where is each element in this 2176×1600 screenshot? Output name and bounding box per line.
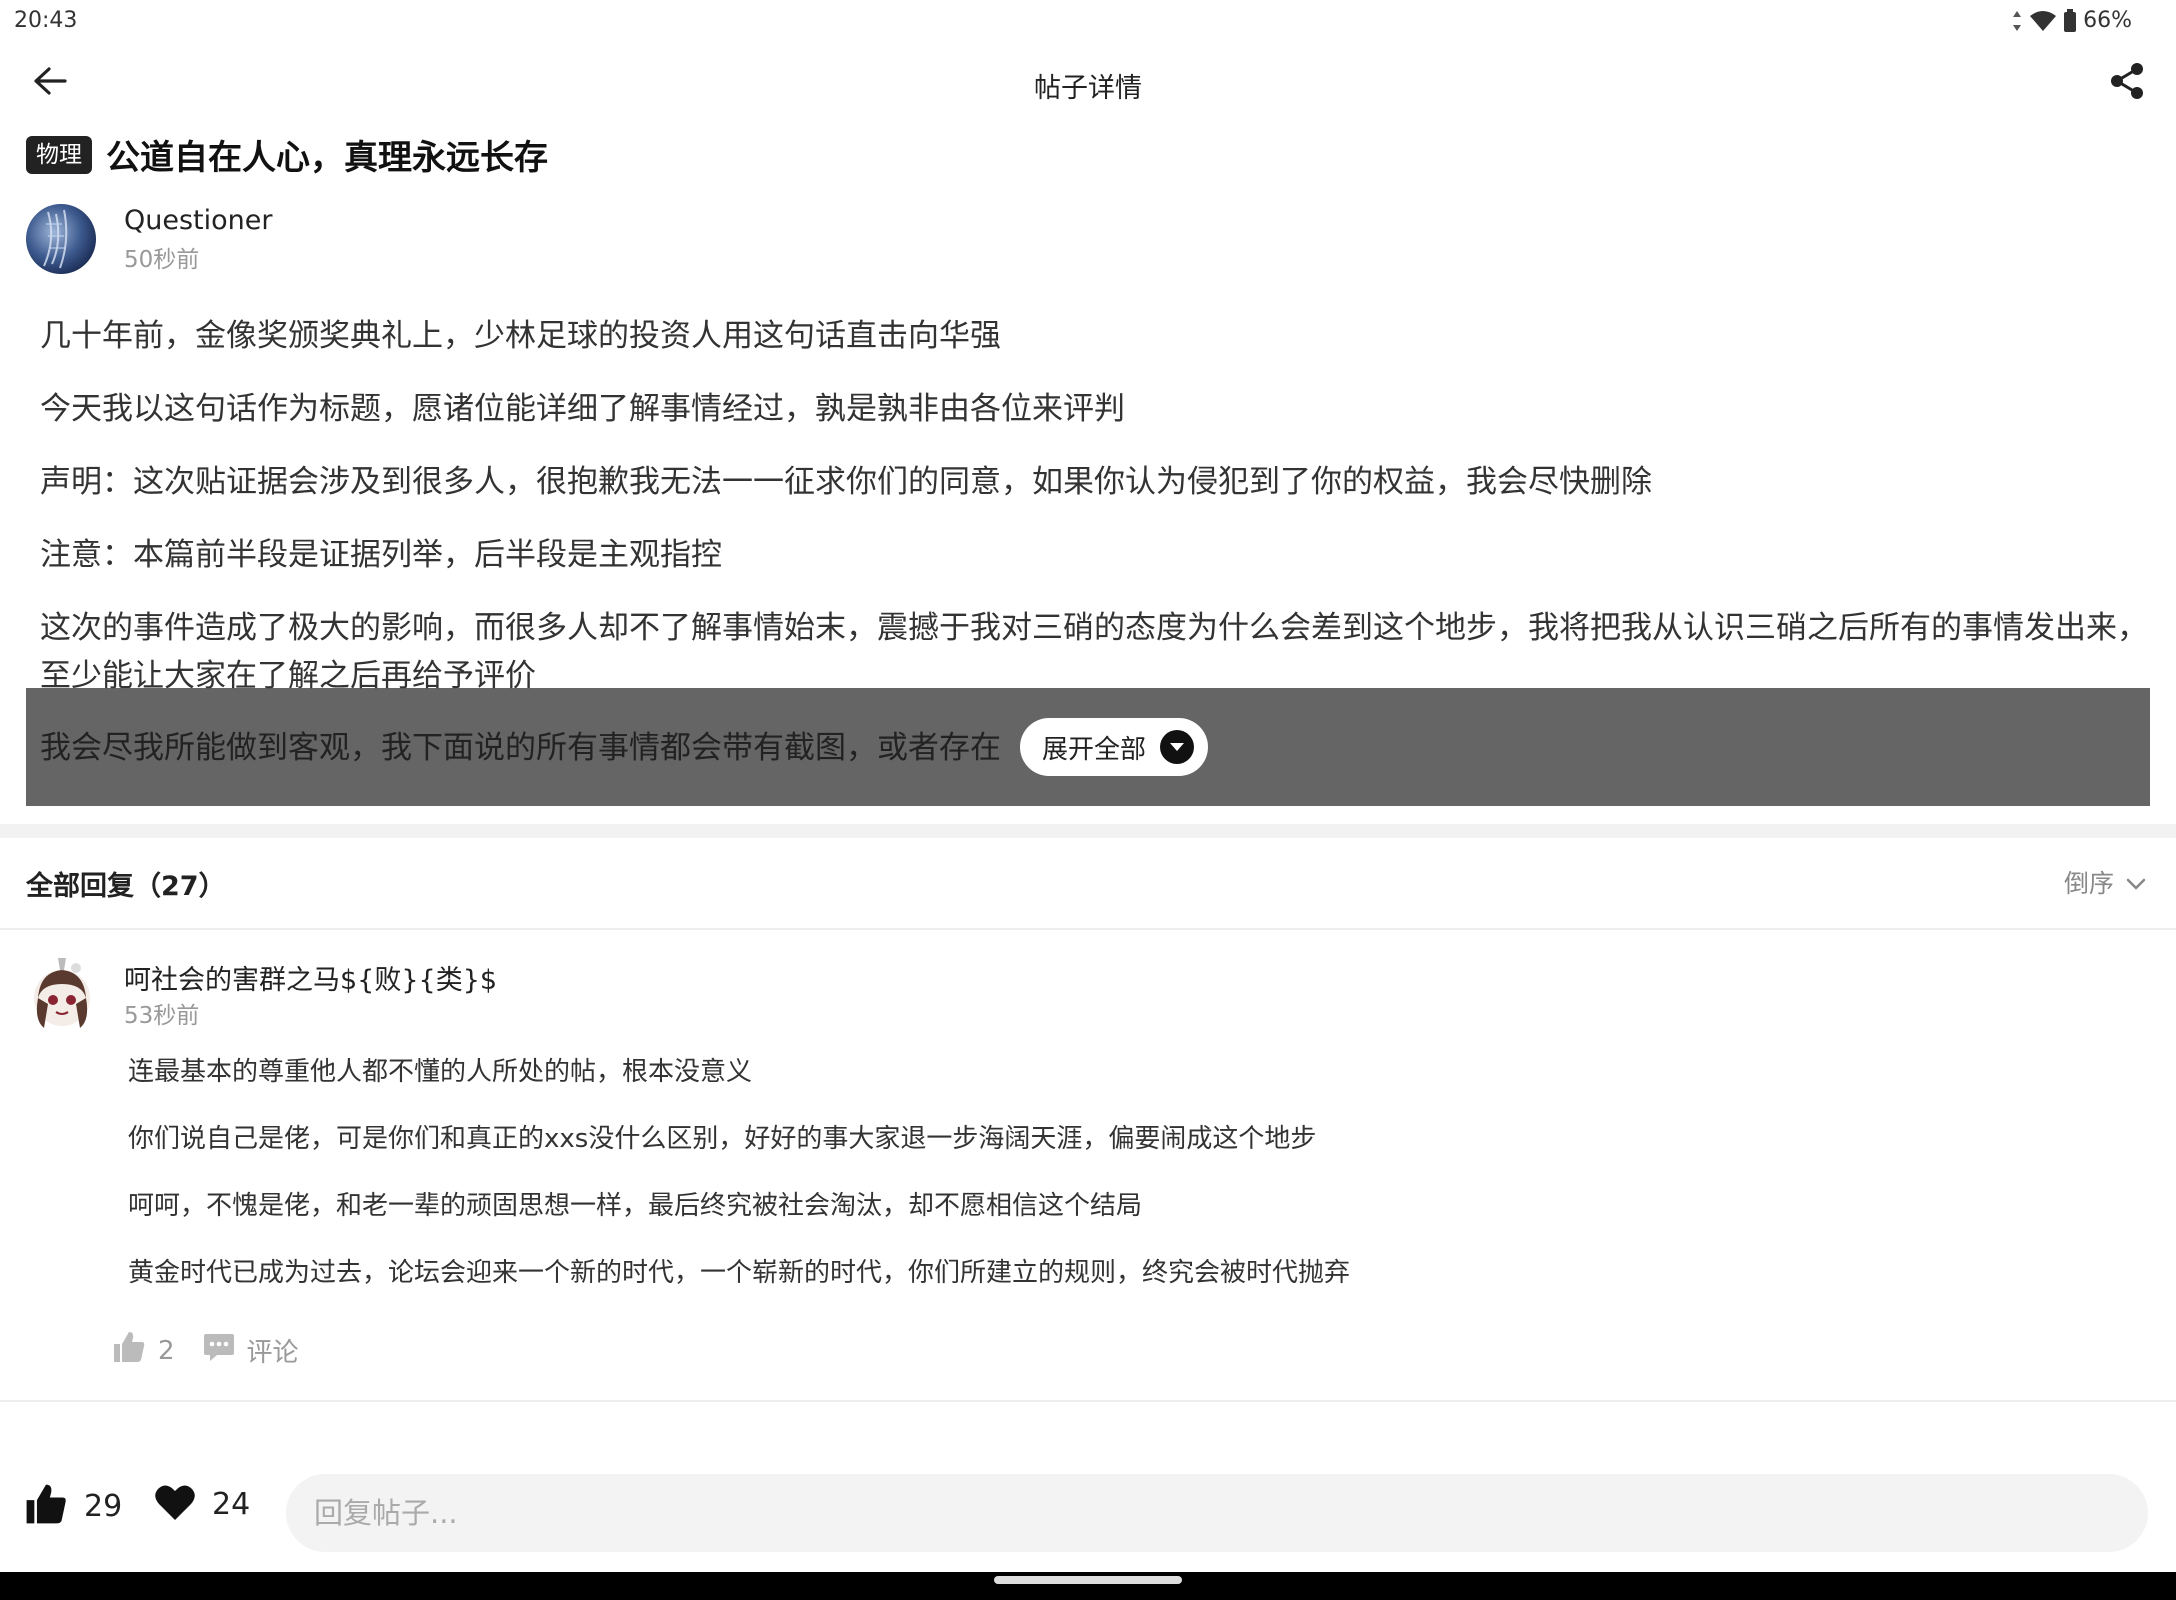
post-like-count: 29 <box>84 1488 123 1524</box>
reply-author-name[interactable]: 呵社会的害群之马${败}{类}$ <box>124 958 497 997</box>
category-badge[interactable]: 物理 <box>26 135 92 174</box>
post-paragraph: 今天我以这句话作为标题，愿诸位能详细了解事情经过，孰是孰非由各位来评判 <box>40 391 1125 427</box>
reply-line: 你们说自己是佬，可是你们和真正的xxs没什么区别，好好的事大家退一步海阔天涯，偏… <box>128 1124 1317 1154</box>
app-bar: 帖子详情 <box>0 44 2176 120</box>
section-divider <box>0 824 2176 838</box>
bottom-action-bar: 29 24 <box>0 1460 2176 1570</box>
truncated-paragraph: 我会尽我所能做到客观，我下面说的所有事情都会带有截图，或者存在 <box>40 730 1001 766</box>
comment-bubble-icon <box>203 1331 235 1370</box>
reply-line: 连最基本的尊重他人都不懂的人所处的帖，根本没意义 <box>128 1057 753 1087</box>
status-time: 20:43 <box>14 8 78 33</box>
chevron-down-icon <box>1160 730 1195 764</box>
avatar[interactable] <box>26 204 96 274</box>
battery-percent: 66% <box>2083 8 2132 33</box>
reply-comment-label: 评论 <box>246 1338 299 1368</box>
sort-order-label: 倒序 <box>2063 869 2114 898</box>
post-paragraph: 这次的事件造成了极大的影响，而很多人却不了解事情始末，震撼于我对三硝的态度为什么… <box>40 610 2148 694</box>
status-icons: 66% <box>2011 8 2132 33</box>
reply-time: 53秒前 <box>124 1003 200 1029</box>
sort-order-button[interactable]: 倒序 <box>2064 864 2146 900</box>
author-name[interactable]: Questioner <box>124 205 272 236</box>
battery-icon <box>2063 8 2077 33</box>
post-author-row[interactable]: Questioner 50秒前 <box>26 202 272 276</box>
post-favorite-button[interactable]: 24 <box>154 1482 250 1526</box>
post-favorite-count: 24 <box>212 1486 251 1522</box>
reply-like-count: 2 <box>158 1335 175 1366</box>
post-time: 50秒前 <box>124 246 200 273</box>
post-paragraph: 几十年前，金像奖颁奖典礼上，少林足球的投资人用这句话直击向华强 <box>40 318 1001 354</box>
share-icon <box>2109 62 2145 104</box>
expand-all-label: 展开全部 <box>1042 734 1147 765</box>
post-title-row: 物理 公道自在人心，真理永远长存 <box>26 130 548 179</box>
status-bar: 20:43 66% <box>0 0 2176 44</box>
reply-comment-button[interactable]: 评论 <box>203 1331 299 1370</box>
reply-input[interactable] <box>286 1474 2148 1552</box>
reply-content: 连最基本的尊重他人都不懂的人所处的帖，根本没意义 你们说自己是佬，可是你们和真正… <box>128 1054 1350 1322</box>
system-nav-bar <box>0 1572 2176 1600</box>
post-like-button[interactable]: 29 <box>24 1482 122 1530</box>
reply-line: 呵呵，不愧是佬，和老一辈的顽固思想一样，最后终究被社会淘汰，却不愿相信这个结局 <box>128 1191 1143 1221</box>
share-button[interactable] <box>2098 56 2156 110</box>
thumbs-up-icon <box>112 1330 146 1371</box>
reply-line: 黄金时代已成为过去，论坛会迎来一个新的时代，一个崭新的时代，你们所建立的规则，终… <box>128 1258 1351 1288</box>
chevron-down-icon <box>2126 868 2146 897</box>
reply-item: 呵社会的害群之马${败}{类}$ 53秒前 连最基本的尊重他人都不懂的人所处的帖… <box>0 932 2176 1402</box>
post-title: 公道自在人心，真理永远长存 <box>106 138 548 178</box>
wifi-icon <box>2029 10 2057 32</box>
page-title: 帖子详情 <box>1034 73 1142 104</box>
data-arrows-icon <box>2011 10 2023 32</box>
replies-count-title: 全部回复（27） <box>26 871 226 902</box>
reply-like-button[interactable]: 2 <box>112 1330 175 1371</box>
avatar[interactable] <box>28 954 96 1032</box>
home-indicator[interactable] <box>994 1576 1182 1584</box>
thumbs-up-icon <box>24 1482 68 1530</box>
post-paragraph: 声明：这次贴证据会涉及到很多人，很抱歉我无法一一征求你们的同意，如果你认为侵犯到… <box>40 464 1652 500</box>
post-detail-screen: 20:43 66% 帖子详情 物理 公道自在人心，真理永远长存 Question… <box>0 0 2176 1600</box>
post-paragraph: 注意：本篇前半段是证据列举，后半段是主观指控 <box>40 537 722 573</box>
heart-icon <box>154 1482 196 1526</box>
post-content: 几十年前，金像奖颁奖典礼上，少林足球的投资人用这句话直击向华强 今天我以这句话作… <box>40 312 2150 723</box>
reply-actions: 2 评论 <box>112 1330 299 1371</box>
replies-header: 全部回复（27） 倒序 <box>0 838 2176 930</box>
expand-all-button[interactable]: 展开全部 <box>1020 718 1209 776</box>
